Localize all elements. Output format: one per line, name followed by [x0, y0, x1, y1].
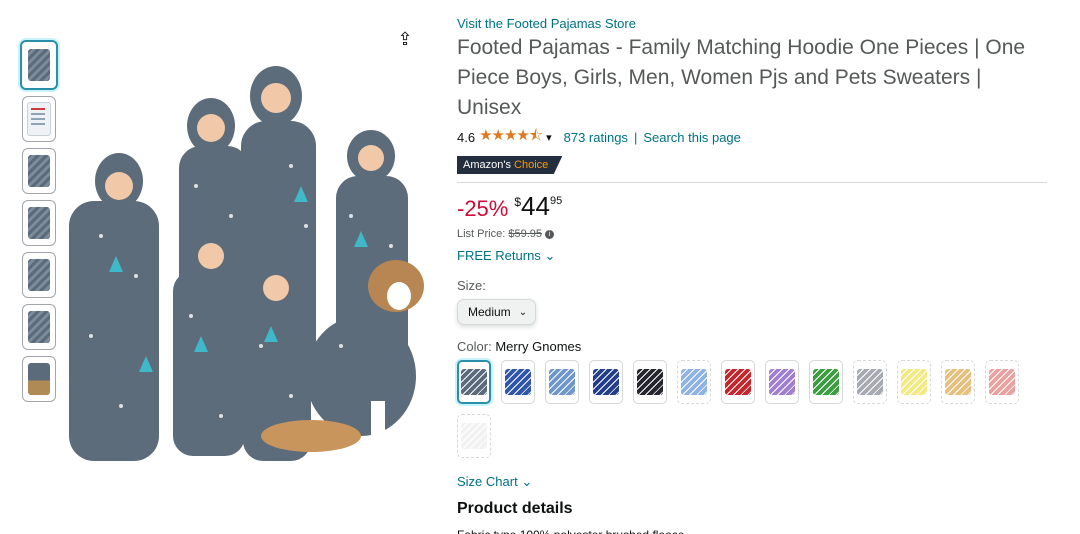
- share-icon[interactable]: ⇪: [394, 28, 416, 50]
- list-price-label: List Price:: [457, 228, 506, 240]
- free-returns-link[interactable]: FREE Returns ⌄: [457, 248, 1047, 264]
- size-dropdown[interactable]: Medium ⌄: [457, 299, 537, 325]
- discount-percent: -25%: [457, 196, 509, 221]
- price-fraction: 95: [549, 195, 563, 207]
- swatch-image: [725, 369, 751, 395]
- badge-choice: Choice: [514, 159, 549, 171]
- color-selected-value: Merry Gnomes: [495, 339, 582, 354]
- swatch-image: [681, 369, 707, 395]
- thumbnail-3[interactable]: [22, 148, 56, 194]
- product-details-peek: Fabric type 100% polyester brushed fleec…: [457, 528, 1047, 534]
- chevron-down-icon: ⌄: [518, 306, 528, 318]
- thumbnail-image: [28, 207, 50, 239]
- list-price-value: $59.95: [508, 228, 543, 240]
- color-swatch-2[interactable]: [501, 360, 535, 404]
- color-swatch-3[interactable]: [545, 360, 579, 404]
- swatch-image: [813, 369, 839, 395]
- swatch-image: [461, 423, 487, 449]
- badge-prefix: Amazon's: [463, 159, 511, 171]
- free-returns-label: FREE Returns: [457, 248, 541, 263]
- main-product-image[interactable]: ⇪: [61, 16, 430, 496]
- thumbnail-6[interactable]: [22, 304, 56, 350]
- price-symbol: $: [514, 195, 522, 209]
- color-swatch-13[interactable]: [985, 360, 1019, 404]
- product-details-heading: Product details: [457, 500, 573, 517]
- rating-row: 4.6 ★★★★⯪ ▾ 873 ratings | Search this pa…: [457, 125, 1047, 150]
- color-swatch-14[interactable]: [457, 414, 491, 458]
- color-swatch-7[interactable]: [721, 360, 755, 404]
- family-pajamas-illustration: [61, 16, 430, 496]
- thumbnail-1[interactable]: [20, 40, 58, 90]
- store-link[interactable]: Visit the Footed Pajamas Store: [457, 16, 1047, 31]
- swatch-image: [769, 369, 795, 395]
- thumbnail-7[interactable]: [22, 356, 56, 402]
- color-label-row: Color: Merry Gnomes: [457, 339, 1047, 354]
- thumbnail-image: [28, 311, 50, 343]
- thumbnail-strip: [20, 40, 60, 408]
- color-swatch-12[interactable]: [941, 360, 975, 404]
- price-row: -25% $ 44 95: [457, 193, 1047, 222]
- swatch-image: [901, 369, 927, 395]
- color-swatch-5[interactable]: [633, 360, 667, 404]
- chevron-down-icon: ⌄: [521, 474, 533, 489]
- color-swatch-1[interactable]: [457, 360, 491, 404]
- color-swatches: [457, 360, 1037, 468]
- info-icon[interactable]: i: [545, 229, 555, 239]
- swatch-image: [857, 369, 883, 395]
- price-whole: 44: [521, 191, 550, 221]
- swatch-image: [461, 369, 487, 395]
- separator: |: [633, 130, 638, 145]
- amazons-choice-badge[interactable]: Amazon's Choice: [457, 156, 563, 174]
- size-label: Size:: [457, 278, 486, 293]
- thumbnail-2[interactable]: [22, 96, 56, 142]
- thumbnail-5[interactable]: [22, 252, 56, 298]
- thumbnail-image: [28, 259, 50, 291]
- product-title: Footed Pajamas - Family Matching Hoodie …: [457, 36, 1026, 119]
- thumbnail-image: [28, 49, 50, 81]
- rating-value: 4.6: [457, 130, 476, 145]
- color-swatch-10[interactable]: [853, 360, 887, 404]
- thumbnail-image: [28, 155, 50, 187]
- thumbnail-image: [28, 363, 50, 395]
- color-label: Color:: [457, 339, 492, 354]
- product-info-panel: Visit the Footed Pajamas Store Footed Pa…: [457, 16, 1047, 534]
- color-swatch-11[interactable]: [897, 360, 931, 404]
- chevron-down-icon[interactable]: ▾: [546, 131, 552, 144]
- ratings-count-link[interactable]: 873 ratings: [564, 130, 628, 145]
- size-selected-value: Medium: [468, 305, 511, 319]
- thumbnail-image: [27, 102, 51, 136]
- chevron-down-icon: ⌄: [544, 248, 556, 263]
- swatch-image: [945, 369, 971, 395]
- color-swatch-6[interactable]: [677, 360, 711, 404]
- swatch-image: [505, 369, 531, 395]
- star-rating-icon[interactable]: ★★★★⯪: [479, 125, 543, 150]
- divider: [457, 182, 1047, 183]
- swatch-image: [549, 369, 575, 395]
- size-chart-link[interactable]: Size Chart ⌄: [457, 474, 1047, 490]
- swatch-image: [593, 369, 619, 395]
- search-page-link[interactable]: Search this page: [643, 130, 741, 145]
- swatch-image: [637, 369, 663, 395]
- swatch-image: [989, 369, 1015, 395]
- size-chart-label: Size Chart: [457, 474, 518, 489]
- color-swatch-8[interactable]: [765, 360, 799, 404]
- thumbnail-4[interactable]: [22, 200, 56, 246]
- color-swatch-4[interactable]: [589, 360, 623, 404]
- color-swatch-9[interactable]: [809, 360, 843, 404]
- list-price: List Price: $59.95 i: [457, 228, 1047, 240]
